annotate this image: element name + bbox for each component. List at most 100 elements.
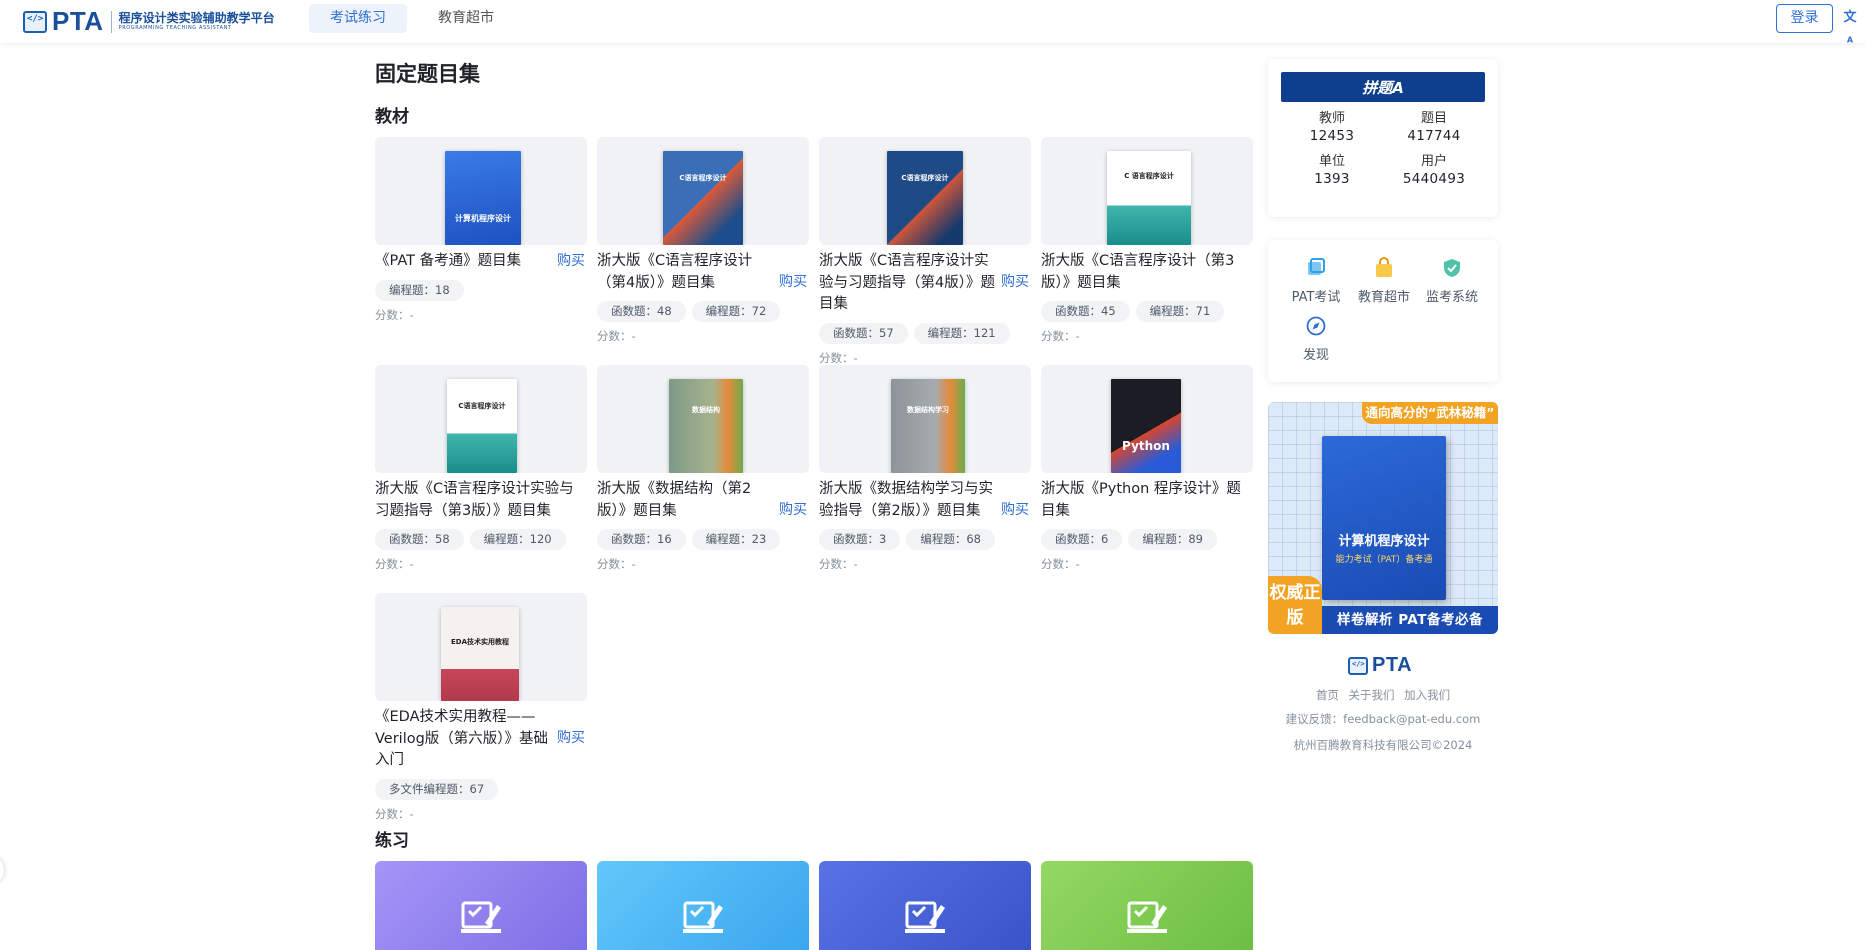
practice-card[interactable] — [819, 861, 1031, 950]
book-cover[interactable]: 数据结构学习 — [819, 365, 1031, 473]
textbook-title[interactable]: 购买 浙大版《数据结构（第2版）》题目集 — [597, 479, 809, 522]
stat-organizations: 单位 1393 — [1314, 154, 1350, 187]
tag-count: 编程题：68 — [906, 529, 995, 550]
textbook-card[interactable]: C语言程序设计 购买 浙大版《C语言程序设计实验与习题指导（第4版）》题目集 函数… — [819, 137, 1031, 366]
buy-link[interactable]: 购买 — [1001, 500, 1029, 522]
quick-link-market[interactable]: 教育超市 — [1350, 257, 1418, 305]
score-text: 分数：- — [819, 557, 858, 571]
textbook-title[interactable]: 浙大版《Python 程序设计》题目集 — [1041, 479, 1253, 522]
code-icon — [1348, 656, 1368, 675]
textbook-title[interactable]: 购买 《PAT 备考通》题目集 — [375, 251, 587, 273]
book-image: C语言程序设计 — [447, 379, 517, 473]
tab-exam-practice[interactable]: 考试练习 — [309, 4, 407, 33]
buy-link[interactable]: 购买 — [779, 500, 807, 522]
book-cover[interactable]: C语言程序设计 — [819, 137, 1031, 245]
footer-links: 首页 关于我们 加入我们 — [1268, 687, 1498, 703]
score-text: 分数：- — [819, 350, 858, 365]
score-text: 分数：- — [597, 329, 636, 343]
textbook-card[interactable]: EDA技术实用教程 购买 《EDA技术实用教程——Verilog版（第六版）》基础… — [375, 593, 587, 822]
textbook-title[interactable]: 购买 《EDA技术实用教程——Verilog版（第六版）》基础入门 — [375, 707, 587, 772]
tag-count: 编程题：71 — [1135, 301, 1225, 322]
quick-link-pat[interactable]: PAT考试 — [1282, 257, 1350, 305]
site-logo[interactable]: PTA 程序设计类实验辅助教学平台 PROGRAMMING TEACHING A… — [23, 6, 275, 37]
login-button[interactable]: 登录 — [1776, 4, 1833, 33]
textbook-card[interactable]: C 语言程序设计 浙大版《C语言程序设计（第3版）》题目集 函数题：45 编程题：… — [1041, 137, 1253, 344]
book-cover-title: C语言程序设计 — [901, 174, 949, 182]
ad-book-subtitle: 能力考试（PAT）备考通 — [1335, 555, 1433, 565]
footer-logo[interactable]: PTA — [1348, 654, 1412, 677]
practice-card[interactable] — [1041, 861, 1253, 950]
shopping-bag-icon — [1376, 257, 1392, 277]
book-image: 数据结构 — [669, 379, 743, 473]
pat-exam-icon — [1308, 258, 1325, 275]
edit-note-icon — [461, 901, 501, 933]
buy-link[interactable]: 购买 — [1001, 272, 1029, 294]
tab-edu-market[interactable]: 教育超市 — [417, 4, 515, 33]
tag-count: 函数题：45 — [1041, 301, 1130, 322]
book-cover[interactable]: EDA技术实用教程 — [375, 593, 587, 701]
buy-link[interactable]: 购买 — [779, 272, 807, 294]
buy-link[interactable]: 购买 — [557, 728, 585, 750]
quick-links-card: PAT考试 教育超市 监考系统 发现 — [1268, 240, 1498, 382]
translate-icon[interactable]: 文A — [1841, 9, 1859, 45]
tag-count: 函数题：16 — [597, 529, 686, 550]
tag-count: 编程题：121 — [913, 322, 1010, 344]
book-cover-title: C语言程序设计 — [679, 174, 727, 182]
book-cover[interactable]: C语言程序设计 — [375, 365, 587, 473]
textbook-title[interactable]: 购买 浙大版《C语言程序设计实验与习题指导（第4版）》题目集 — [819, 251, 1031, 316]
edit-note-icon — [905, 901, 945, 933]
tag-count: 函数题：58 — [375, 529, 464, 550]
practice-card[interactable] — [375, 861, 587, 950]
book-image: C语言程序设计 — [887, 151, 963, 245]
score-text: 分数：- — [375, 806, 414, 821]
textbook-card[interactable]: 计算机程序设计 购买 《PAT 备考通》题目集 编程题：18 分数：- — [375, 137, 587, 323]
book-image: 数据结构学习 — [891, 379, 965, 473]
stat-users: 用户 5440493 — [1402, 154, 1466, 187]
pat-book-ad-banner[interactable]: 通向高分的“武林秘籍” 计算机程序设计 能力考试（PAT）备考通 权威正版 样卷… — [1268, 402, 1498, 634]
textbook-card[interactable]: Python 浙大版《Python 程序设计》题目集 函数题：6 编程题：89 分… — [1041, 365, 1253, 572]
practice-card[interactable] — [597, 861, 809, 950]
stat-problems: 题目 417744 — [1407, 111, 1461, 144]
shield-icon — [1444, 259, 1460, 277]
book-cover-title: 计算机程序设计 — [455, 214, 511, 223]
ad-bottom-label: 样卷解析 PAT备考必备 — [1322, 606, 1498, 634]
buy-link[interactable]: 购买 — [557, 251, 585, 273]
quick-link-proctor[interactable]: 监考系统 — [1418, 257, 1486, 305]
section-title-textbooks: 教材 — [375, 107, 409, 127]
textbook-card[interactable]: 数据结构学习 购买 浙大版《数据结构学习与实验指导（第2版）》题目集 函数题：3 编… — [819, 365, 1031, 572]
book-image: Python — [1111, 379, 1181, 473]
textbook-title[interactable]: 购买 浙大版《数据结构学习与实验指导（第2版）》题目集 — [819, 479, 1031, 522]
textbook-card[interactable]: C语言程序设计 购买 浙大版《C语言程序设计（第4版）》题目集 函数题：48 编程题… — [597, 137, 809, 344]
footer-link-about[interactable]: 关于我们 — [1349, 688, 1395, 702]
code-icon — [23, 10, 47, 33]
textbook-card[interactable]: C语言程序设计 浙大版《C语言程序设计实验与习题指导（第3版）》题目集 函数题：… — [375, 365, 587, 572]
tag-count: 编程题：23 — [691, 529, 781, 550]
book-cover[interactable]: 数据结构 — [597, 365, 809, 473]
book-cover[interactable]: 计算机程序设计 — [375, 137, 587, 245]
quick-link-discover[interactable]: 发现 — [1282, 315, 1350, 363]
textbook-title[interactable]: 购买 浙大版《C语言程序设计（第4版）》题目集 — [597, 251, 809, 294]
book-cover[interactable]: Python — [1041, 365, 1253, 473]
edit-note-icon — [1127, 901, 1167, 933]
book-cover[interactable]: C 语言程序设计 — [1041, 137, 1253, 245]
book-image: C语言程序设计 — [663, 151, 743, 245]
tag-count: 函数题：57 — [819, 322, 908, 344]
logo-cn: 程序设计类实验辅助教学平台 — [118, 11, 275, 25]
footer-link-home[interactable]: 首页 — [1316, 688, 1339, 702]
logo-divider — [110, 10, 112, 33]
footer-copyright: 杭州百腾教育科技有限公司©2024 — [1293, 738, 1473, 752]
textbook-title[interactable]: 浙大版《C语言程序设计实验与习题指导（第3版）》题目集 — [375, 479, 587, 522]
textbook-title[interactable]: 浙大版《C语言程序设计（第3版）》题目集 — [1041, 251, 1253, 294]
tag-count: 编程题：120 — [469, 529, 566, 550]
logo-subtitle: 程序设计类实验辅助教学平台 PROGRAMMING TEACHING ASSIS… — [119, 11, 275, 32]
book-cover[interactable]: C语言程序设计 — [597, 137, 809, 245]
textbook-card[interactable]: 数据结构 购买 浙大版《数据结构（第2版）》题目集 函数题：16 编程题：23 分数… — [597, 365, 809, 572]
section-title-practice: 练习 — [375, 831, 409, 851]
score-text: 分数：- — [597, 557, 636, 571]
stats-banner: 拼题A — [1281, 72, 1485, 102]
book-image: C 语言程序设计 — [1107, 151, 1191, 245]
side-drawer-handle[interactable] — [0, 855, 4, 885]
tag-count: 编程题：72 — [691, 301, 781, 322]
footer-link-join[interactable]: 加入我们 — [1404, 688, 1450, 702]
score-text: 分数：- — [375, 307, 414, 322]
